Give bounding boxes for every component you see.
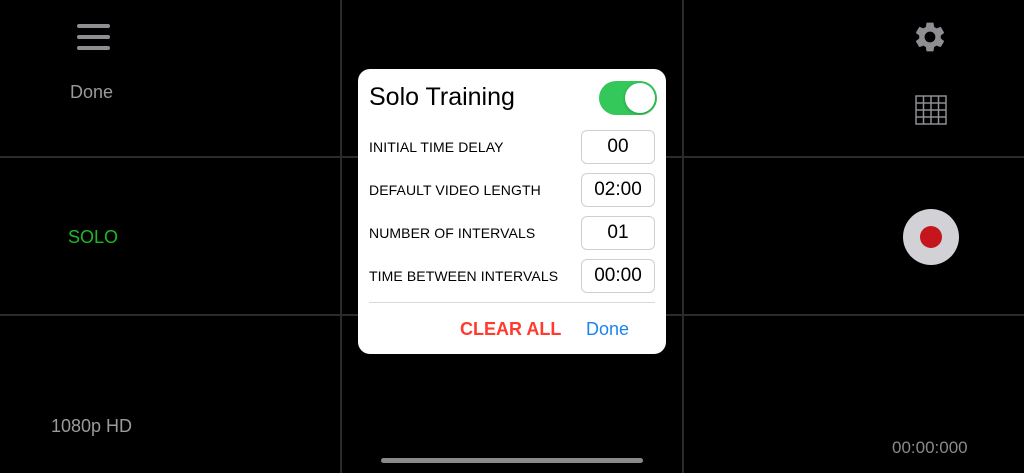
grid-line-horizontal: [0, 156, 136, 158]
clear-all-button[interactable]: CLEAR ALL: [460, 319, 561, 340]
video-length-input[interactable]: [581, 173, 655, 207]
setting-label: INITIAL TIME DELAY: [369, 139, 504, 155]
dialog-divider: [369, 302, 655, 303]
resolution-button[interactable]: 1080p HD: [51, 416, 132, 437]
setting-label: DEFAULT VIDEO LENGTH: [369, 182, 541, 198]
setting-row-number-of-intervals: NUMBER OF INTERVALS: [369, 216, 655, 250]
setting-row-time-between-intervals: TIME BETWEEN INTERVALS: [369, 259, 655, 293]
dialog-title: Solo Training: [369, 83, 515, 111]
record-icon: [920, 226, 942, 248]
initial-delay-input[interactable]: [581, 130, 655, 164]
gear-icon[interactable]: [912, 19, 948, 55]
hamburger-menu-icon[interactable]: [74, 22, 114, 52]
grid-line-vertical: [682, 0, 684, 473]
time-between-intervals-input[interactable]: [581, 259, 655, 293]
done-button[interactable]: Done: [70, 82, 113, 103]
grid-line-vertical: [340, 0, 342, 473]
record-button[interactable]: [903, 209, 959, 265]
home-indicator[interactable]: [381, 458, 643, 463]
number-of-intervals-input[interactable]: [581, 216, 655, 250]
camera-screen: Done SOLO 1080p HD 00:00:000 Solo Traini…: [0, 0, 1024, 473]
grid-line-horizontal: [888, 156, 1024, 158]
dialog-done-button[interactable]: Done: [586, 319, 629, 340]
setting-label: NUMBER OF INTERVALS: [369, 225, 536, 241]
toggle-knob: [625, 83, 655, 113]
solo-training-dialog: Solo Training INITIAL TIME DELAY DEFAULT…: [358, 69, 666, 354]
setting-row-initial-delay: INITIAL TIME DELAY: [369, 130, 655, 164]
setting-label: TIME BETWEEN INTERVALS: [369, 268, 559, 284]
solo-training-toggle[interactable]: [599, 81, 657, 115]
setting-row-video-length: DEFAULT VIDEO LENGTH: [369, 173, 655, 207]
grid-line-horizontal: [0, 314, 136, 316]
timer-readout: 00:00:000: [892, 438, 968, 457]
grid-line-horizontal: [888, 314, 1024, 316]
mode-solo-button[interactable]: SOLO: [68, 227, 118, 248]
grid-icon[interactable]: [915, 95, 947, 125]
